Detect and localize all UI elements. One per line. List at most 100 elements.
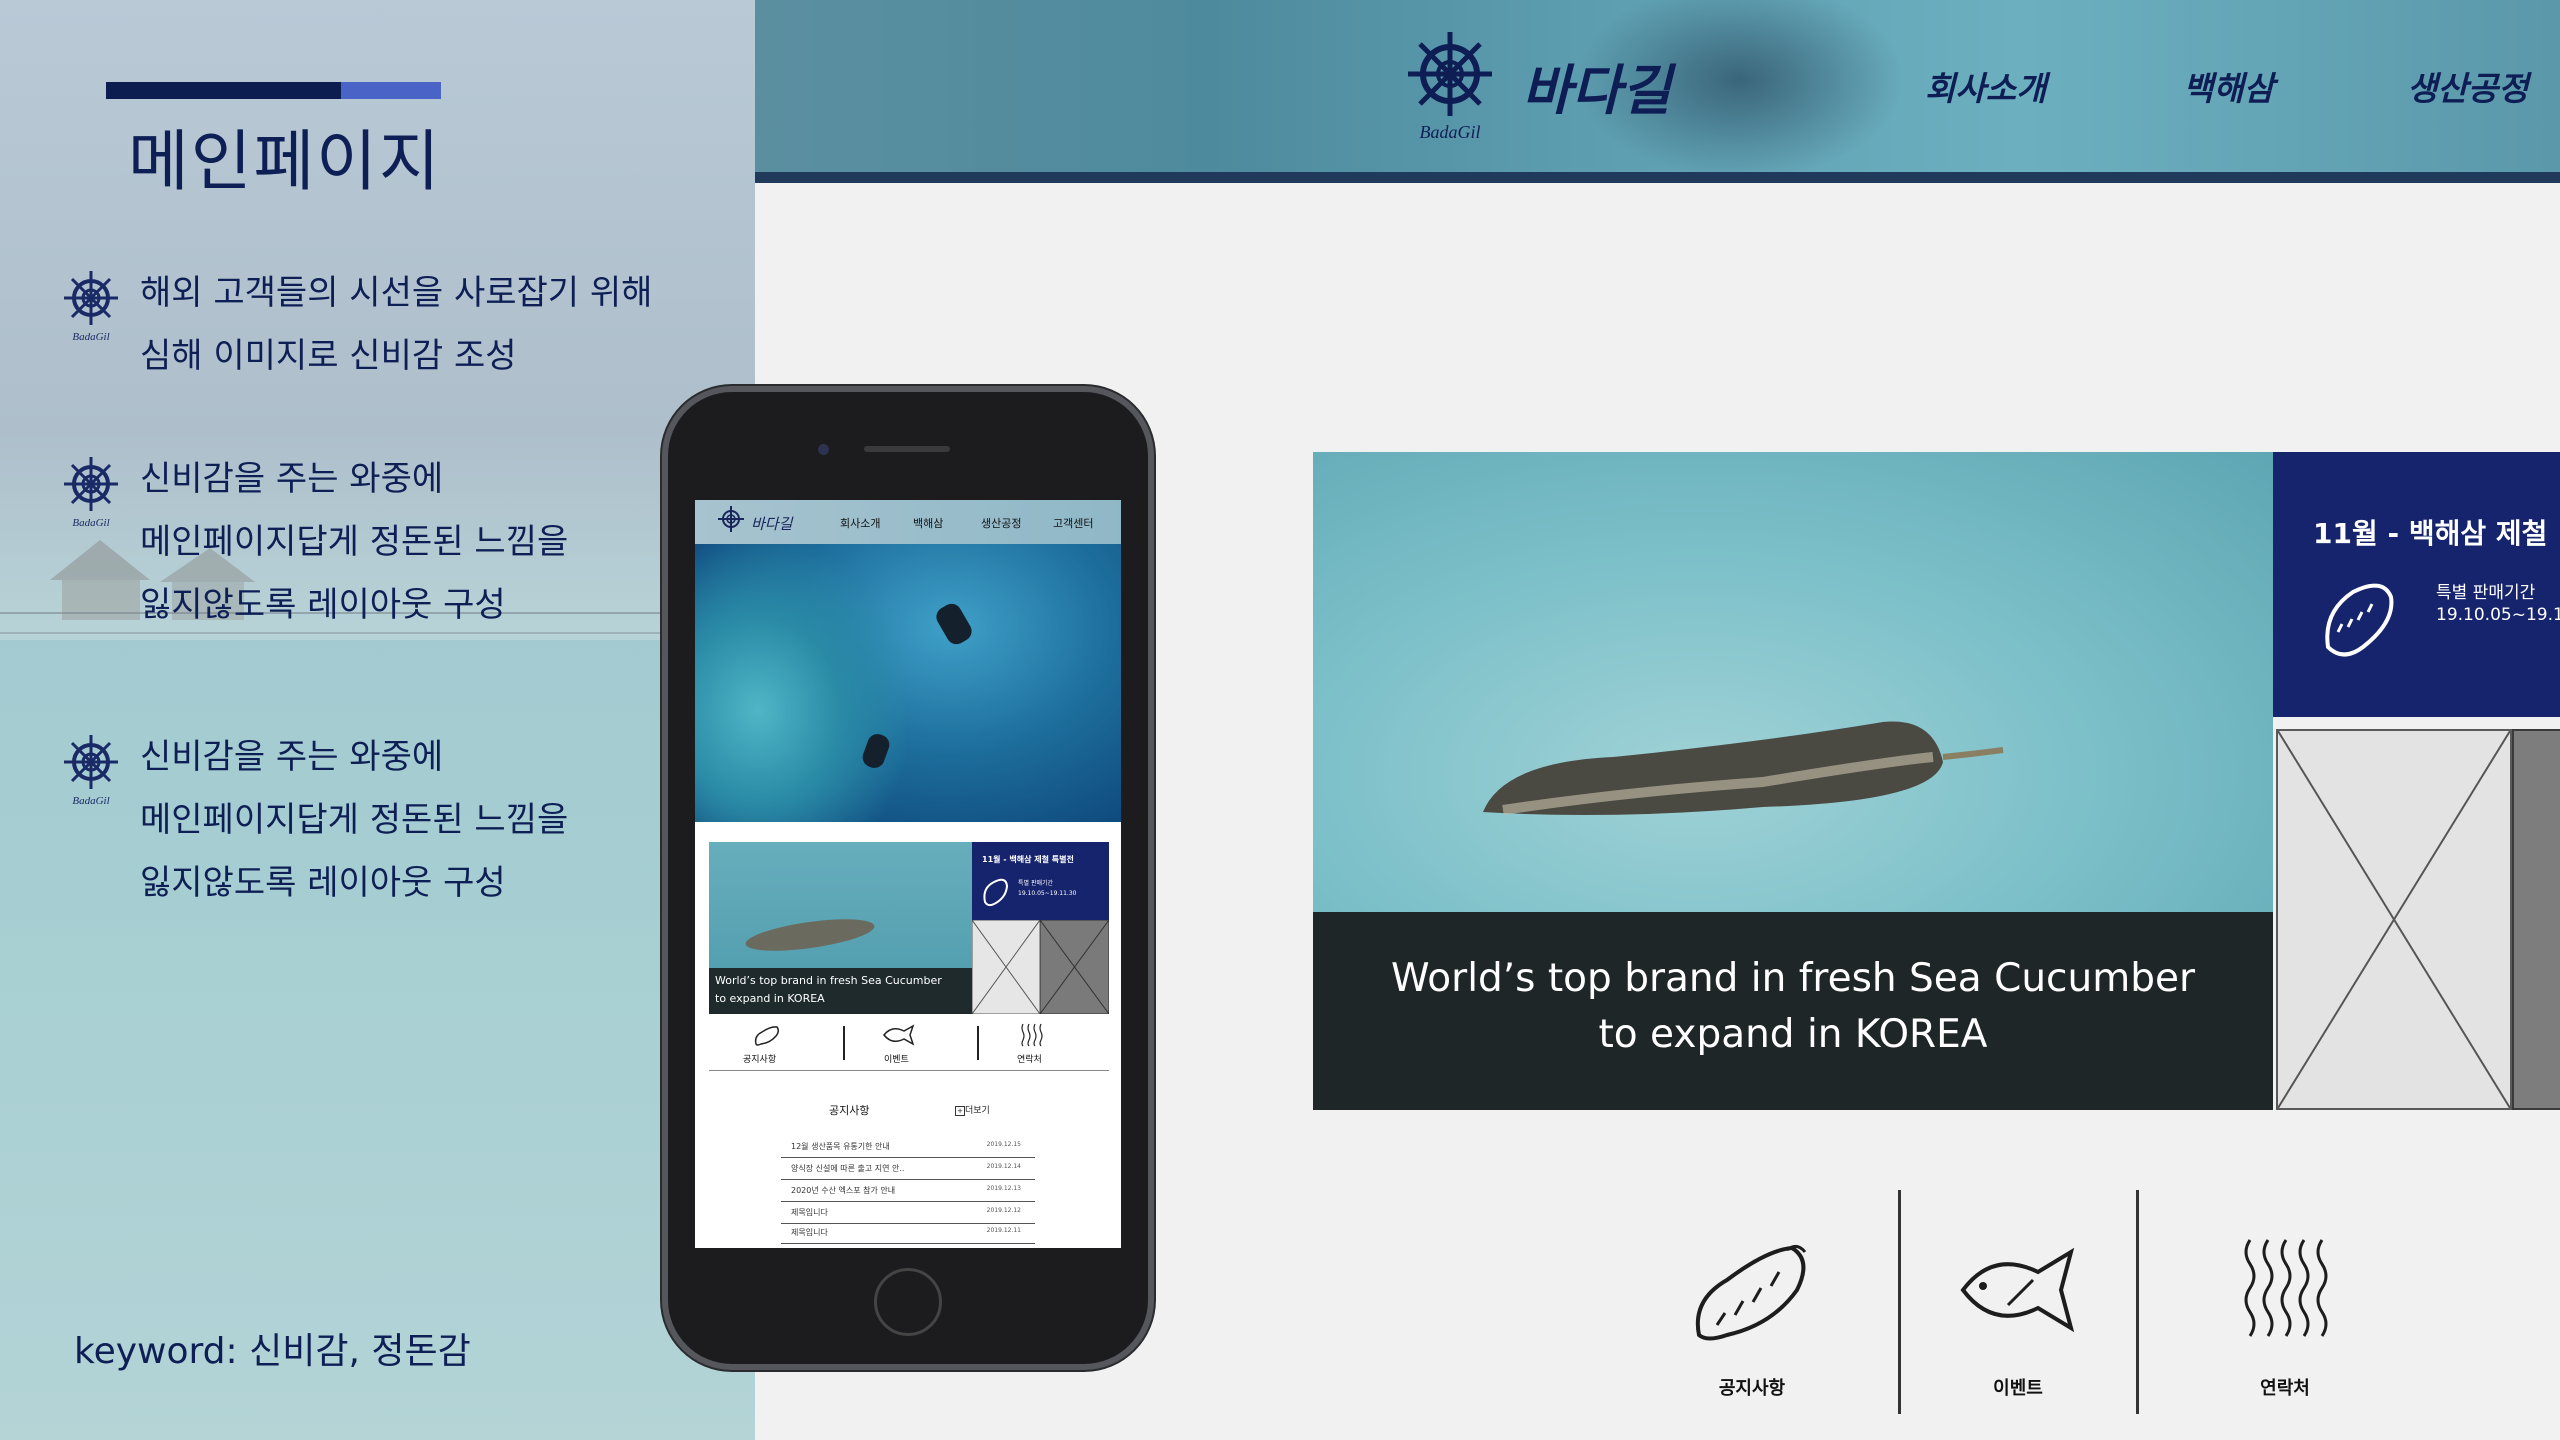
bullet-text-line: 신비감을 주는 와중에: [140, 459, 444, 499]
notice-date: 2019.12.15: [986, 1141, 1021, 1148]
mobile-caption-line: World’s top brand in fresh Sea Cucumber: [715, 974, 942, 987]
divider: [843, 1026, 845, 1060]
notice-date: 2019.12.13: [986, 1185, 1021, 1192]
title-accent-bar-light: [341, 82, 441, 99]
mobile-more-link[interactable]: + 더보기: [955, 1103, 990, 1116]
notice-row[interactable]: 12월 생산품목 유통기한 안내 2019.12.15: [781, 1136, 1035, 1158]
quick-link-event[interactable]: 이벤트: [1918, 1230, 2118, 1410]
notice-subject: 2020년 수산 엑스포 참가 안내: [791, 1186, 896, 1195]
bullet-text-line: 잃지않도록 레이아웃 구성: [140, 585, 506, 625]
fish-icon: [1960, 1247, 2075, 1333]
mobile-quick-link-label: 연락처: [1017, 1055, 1042, 1065]
bullet-text-line: 메인페이지답게 정돈된 느낌을: [140, 522, 569, 562]
mobile-quick-link-label: 이벤트: [884, 1055, 909, 1065]
bullet-text-line: 해외 고객들의 시선을 사로잡기 위해: [140, 273, 653, 313]
mobile-brand-name[interactable]: 바다길: [751, 513, 792, 534]
quick-link-contact[interactable]: 연락처: [2185, 1230, 2385, 1410]
notice-date: 2019.12.14: [986, 1163, 1021, 1170]
mobile-quick-link-notice[interactable]: [747, 1022, 787, 1052]
helm-logo-icon: BadaGil: [64, 457, 118, 529]
mobile-nav-company[interactable]: 회사소개: [840, 515, 880, 531]
mobile-quick-links: 공지사항 이벤트 연락처: [709, 1022, 1109, 1071]
bullet-text-line: 신비감을 주는 와중에: [140, 737, 444, 777]
divider: [2136, 1190, 2139, 1414]
quick-link-label: 연락처: [2260, 1378, 2310, 1399]
mobile-screen: 바다길 회사소개 백해삼 생산공정 고객센터 World’s top brand…: [695, 500, 1121, 1248]
image-placeholder: [2276, 729, 2512, 1110]
phone-speaker: [864, 446, 950, 452]
nav-item-sea-cucumber[interactable]: 백해삼: [2183, 62, 2274, 110]
bullet-text-line: 심해 이미지로 신비감 조성: [140, 336, 517, 376]
sea-cucumber-image: [743, 913, 877, 957]
keyword-text: keyword: 신비감, 정돈감: [74, 1331, 471, 1372]
fish-icon: [883, 1024, 915, 1046]
notice-row[interactable]: 제목입니다 2019.12.12: [781, 1202, 1035, 1224]
svg-text:BadaGil: BadaGil: [72, 331, 109, 343]
promo-title: 11월 - 백해삼 제철: [2313, 517, 2548, 550]
sea-cucumber-image: [1483, 721, 2004, 816]
notice-date: 2019.12.12: [986, 1207, 1021, 1214]
seafloor-image: [1313, 452, 2273, 912]
svg-text:BadaGil: BadaGil: [1420, 122, 1481, 142]
mobile-hero-image: [695, 544, 1121, 822]
waves-icon: [2244, 1239, 2328, 1337]
svg-text:BadaGil: BadaGil: [72, 517, 109, 529]
mobile-promo-date: 19.10.05~19.11.30: [1018, 890, 1077, 897]
notice-subject: 제목입니다: [791, 1208, 828, 1217]
mobile-caption-line: to expand in KOREA: [715, 992, 825, 1005]
sea-cucumber-icon: [2325, 583, 2394, 657]
quick-link-label: 이벤트: [1993, 1378, 2043, 1399]
mobile-promo-banner[interactable]: 11월 - 백해삼 제철 특별전 특별 판매기간 19.10.05~19.11.…: [972, 842, 1109, 920]
mobile-quick-link-contact[interactable]: [1011, 1022, 1051, 1052]
notice-subject: 제목입니다: [791, 1228, 828, 1237]
divider: [977, 1026, 979, 1060]
notice-date: 2019.12.11: [986, 1227, 1021, 1234]
helm-logo-icon[interactable]: BadaGil: [1398, 26, 1502, 144]
mobile-nav-support[interactable]: 고객센터: [1053, 515, 1093, 531]
hero-banner[interactable]: World’s top brand in fresh Sea Cucumber …: [1313, 452, 2273, 1110]
mobile-promo-subtitle: 특별 판매기간: [1018, 880, 1054, 887]
sea-cucumber-icon: [983, 878, 1009, 907]
quick-link-notice[interactable]: 공지사항: [1652, 1230, 1852, 1410]
notice-subject: 12월 생산품목 유통기한 안내: [791, 1142, 890, 1151]
notice-subject: 양식장 신설에 따른 출고 지연 안..: [791, 1164, 905, 1173]
divider: [1898, 1190, 1901, 1414]
sea-cucumber-icon: [1695, 1245, 1807, 1341]
mobile-nav-production[interactable]: 생산공정: [981, 515, 1021, 531]
image-placeholder: [1040, 920, 1109, 1014]
mobile-nav-sea-cucumber[interactable]: 백해삼: [913, 515, 943, 531]
mobile-quick-link-event[interactable]: [879, 1022, 919, 1052]
promo-banner[interactable]: 11월 - 백해삼 제철 특별 판매기간 19.10.05~19.11.: [2273, 452, 2560, 717]
title-accent-bar: [106, 82, 341, 99]
plus-box-icon: +: [955, 1106, 965, 1116]
reef-image: [695, 544, 905, 822]
svg-text:BadaGil: BadaGil: [72, 795, 109, 807]
sea-cucumber-icon: [754, 1026, 780, 1046]
header-bottom-strip: [755, 172, 2560, 183]
promo-date: 19.10.05~19.11.: [2436, 605, 2560, 625]
bullet-text-line: 잃지않도록 레이아웃 구성: [140, 863, 506, 903]
nav-item-production[interactable]: 생산공정: [2407, 62, 2528, 110]
mobile-quick-link-label: 공지사항: [743, 1055, 777, 1065]
notice-row[interactable]: 양식장 신설에 따른 출고 지연 안.. 2019.12.14: [781, 1158, 1035, 1180]
hero-caption-box: World’s top brand in fresh Sea Cucumber …: [1313, 912, 2273, 1110]
mobile-header: 바다길 회사소개 백해삼 생산공정 고객센터: [695, 500, 1121, 544]
mobile-feature-caption: World’s top brand in fresh Sea Cucumber …: [709, 968, 972, 1014]
helm-logo-icon: BadaGil: [64, 735, 118, 807]
page-title: 메인페이지: [128, 123, 442, 200]
notice-row[interactable]: 제목입니다 2019.12.11: [781, 1222, 1035, 1244]
phone-camera: [818, 444, 829, 455]
nav-item-company[interactable]: 회사소개: [1925, 62, 2046, 110]
mobile-phone-mockup: 바다길 회사소개 백해삼 생산공정 고객센터 World’s top brand…: [668, 392, 1148, 1364]
mobile-more-label: 더보기: [965, 1106, 990, 1116]
helm-logo-icon[interactable]: [715, 504, 747, 540]
site-brand-name[interactable]: 바다길: [1522, 46, 1671, 125]
helm-logo-icon: BadaGil: [64, 271, 118, 343]
hero-caption-line: to expand in KOREA: [1598, 1012, 1988, 1057]
mobile-feature-banner[interactable]: World’s top brand in fresh Sea Cucumber …: [709, 842, 972, 1014]
quick-link-label: 공지사항: [1718, 1378, 1786, 1399]
hero-caption-line: World’s top brand in fresh Sea Cucumber: [1391, 956, 2195, 1001]
image-placeholder: [2512, 729, 2560, 1110]
phone-home-button: [874, 1268, 942, 1336]
notice-row[interactable]: 2020년 수산 엑스포 참가 안내 2019.12.13: [781, 1180, 1035, 1202]
